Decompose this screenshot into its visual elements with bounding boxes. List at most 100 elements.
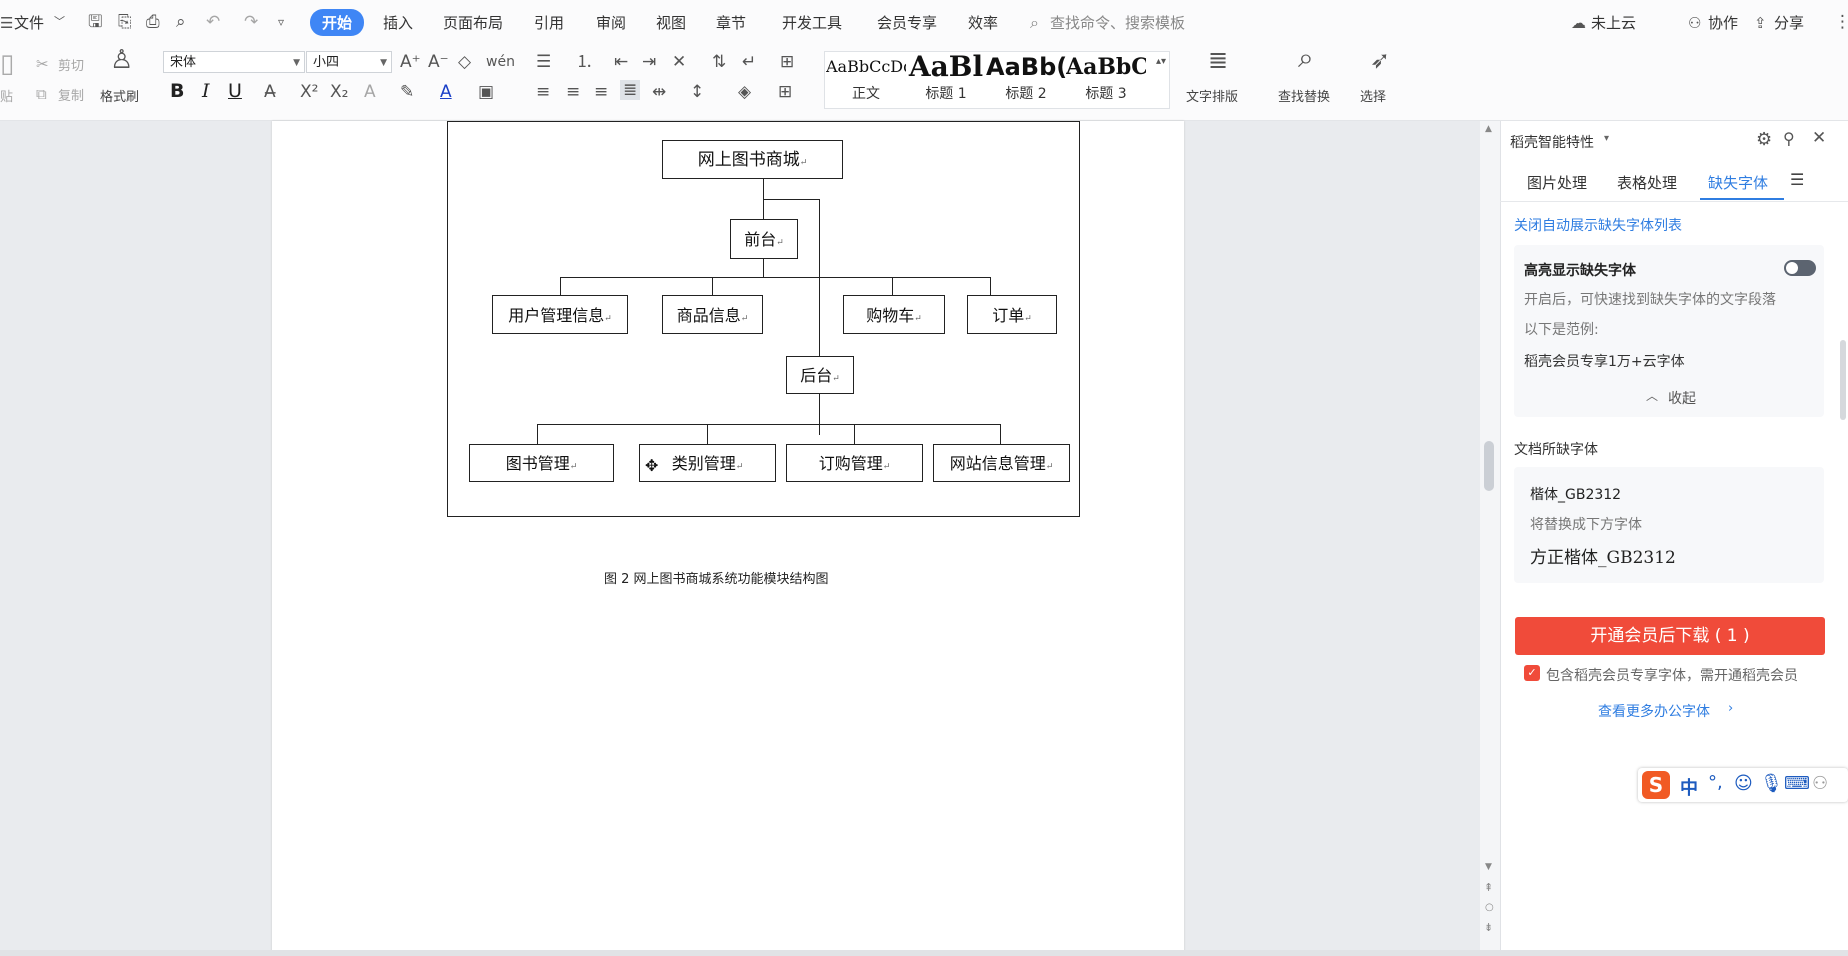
text-layout-button[interactable]: 文字排版 — [1186, 86, 1238, 105]
node-back-child[interactable]: 图书管理↵ — [469, 444, 614, 482]
tab-developer[interactable]: 开发工具 — [782, 12, 842, 33]
chinese-layout-icon[interactable]: ✕ — [672, 52, 686, 72]
more-fonts-link[interactable]: 查看更多办公字体 — [1598, 701, 1710, 721]
find-replace-icon[interactable]: ⌕ — [1298, 44, 1314, 72]
tab-image-processing[interactable]: 图片处理 — [1527, 172, 1587, 193]
collaborate-button[interactable]: 协作 — [1708, 12, 1738, 33]
cloud-status[interactable]: 未上云 — [1591, 12, 1636, 33]
tab-table-processing[interactable]: 表格处理 — [1617, 172, 1677, 193]
shrink-font-icon[interactable]: A⁻ — [428, 52, 449, 72]
print-icon[interactable]: ⎙ — [146, 12, 160, 32]
cursor-arrow-icon[interactable]: ➶ — [1370, 48, 1390, 72]
tab-review[interactable]: 审阅 — [596, 12, 626, 33]
node-back[interactable]: 后台↵ — [786, 356, 854, 394]
style-gallery-scroll-icon[interactable]: ▴▾ — [1156, 52, 1166, 72]
user-icon[interactable]: ⚇ — [1812, 773, 1828, 794]
cut-button[interactable]: 剪切 — [58, 55, 84, 74]
paste-icon[interactable]: ▯ — [0, 51, 14, 77]
close-icon[interactable]: ✕ — [1812, 128, 1826, 148]
clear-format-icon[interactable]: ◇ — [458, 52, 471, 72]
node-front-child[interactable]: 用户管理信息↵ — [492, 295, 628, 334]
gear-icon[interactable]: ⚙ — [1756, 129, 1772, 150]
share-button[interactable]: 分享 — [1774, 12, 1804, 33]
chevron-up-icon[interactable]: ︿ — [1646, 387, 1658, 404]
customize-quick-access-icon[interactable]: ▿ — [278, 12, 284, 32]
tab-ruler-icon[interactable]: ⊞ — [780, 52, 794, 72]
bullet-list-icon[interactable]: ☰ — [536, 52, 551, 72]
copy-icon[interactable]: ⧉ — [36, 84, 47, 104]
style-normal[interactable]: AaBbCcDd 正文 — [826, 51, 906, 105]
tab-chapter[interactable]: 章节 — [716, 12, 746, 33]
line-spacing-icon[interactable]: ↕ — [690, 82, 704, 102]
undo-icon[interactable]: ↶ — [206, 12, 220, 32]
align-center-icon[interactable]: ≡ — [566, 82, 580, 102]
phonetic-guide-icon[interactable]: wén — [486, 52, 515, 72]
tab-missing-fonts[interactable]: 缺失字体 — [1708, 172, 1768, 193]
distributed-icon[interactable]: ⇹ — [652, 82, 666, 102]
style-heading-2[interactable]: AaBb( 标题 2 — [986, 51, 1066, 105]
chevron-right-icon[interactable]: › — [1728, 701, 1733, 716]
select-button[interactable]: 选择 — [1360, 86, 1386, 105]
punctuation-icon[interactable]: °, — [1708, 772, 1723, 793]
tab-home[interactable]: 开始 — [310, 9, 365, 36]
file-menu[interactable]: 文件 — [14, 12, 44, 33]
font-color-icon[interactable]: A — [440, 82, 452, 102]
node-front-child[interactable]: 订单↵ — [967, 295, 1057, 334]
tab-references[interactable]: 引用 — [534, 12, 564, 33]
pin-icon[interactable]: ⚲ — [1783, 129, 1795, 148]
scissors-icon[interactable]: ✂ — [36, 54, 49, 74]
node-back-child[interactable]: 类别管理↵ — [639, 444, 776, 482]
more-icon[interactable]: ⋮ — [1834, 12, 1848, 32]
font-size-select[interactable]: 小四 ▼ — [306, 51, 392, 73]
align-right-icon[interactable]: ≡ — [594, 82, 608, 102]
text-layout-icon[interactable]: ≣ — [1208, 48, 1228, 72]
strikethrough-icon[interactable]: A̶ — [264, 82, 276, 102]
sogou-logo-icon[interactable]: S — [1642, 771, 1670, 799]
underline-button[interactable]: U — [228, 80, 242, 102]
node-front-child[interactable]: 商品信息↵ — [662, 295, 763, 334]
tab-page-layout[interactable]: 页面布局 — [443, 12, 503, 33]
tab-efficiency[interactable]: 效率 — [968, 12, 998, 33]
prev-page-icon[interactable]: ⇞ — [1484, 881, 1493, 894]
superscript-icon[interactable]: X² — [300, 82, 318, 102]
keyboard-icon[interactable]: ⌨ — [1784, 773, 1810, 794]
borders-icon[interactable]: ⊞ — [778, 82, 792, 102]
node-back-child[interactable]: 订购管理↵ — [786, 444, 923, 482]
scroll-up-icon[interactable]: ▲ — [1485, 124, 1492, 134]
hamburger-icon[interactable]: ☰ — [0, 13, 13, 33]
scroll-down-icon[interactable]: ▼ — [1485, 862, 1492, 872]
collapse-button[interactable]: 收起 — [1668, 388, 1696, 408]
document-page[interactable]: 网上图书商城↵ 前台↵ 用户管理信息↵ 商品信息↵ 购物车↵ 订单↵ 后台↵ 图… — [272, 121, 1184, 951]
find-replace-button[interactable]: 查找替换 — [1278, 86, 1330, 105]
bold-button[interactable]: B — [170, 80, 184, 102]
tab-insert[interactable]: 插入 — [383, 12, 413, 33]
emoji-icon[interactable]: ☺ — [1734, 773, 1753, 794]
highlight-toggle[interactable] — [1784, 260, 1816, 276]
export-pdf-icon[interactable]: ⎘ — [118, 12, 132, 32]
ime-mode-toggle[interactable]: 中 — [1680, 774, 1698, 800]
save-icon[interactable]: 🖫 — [88, 12, 102, 32]
highlight-icon[interactable]: ✎ — [400, 82, 414, 102]
style-heading-1[interactable]: AaBl 标题 1 — [906, 51, 986, 105]
tab-member[interactable]: 会员专享 — [877, 12, 937, 33]
chevron-down-icon[interactable]: ▾ — [1604, 133, 1609, 144]
microphone-icon[interactable]: 🎙 — [1760, 773, 1783, 794]
panel-title[interactable]: 稻壳智能特性 — [1510, 132, 1594, 152]
close-auto-display-link[interactable]: 关闭自动展示缺失字体列表 — [1514, 215, 1682, 235]
select-browse-icon[interactable]: ○ — [1485, 902, 1494, 913]
node-root[interactable]: 网上图书商城↵ — [662, 140, 843, 179]
panel-scrollbar-thumb[interactable] — [1840, 340, 1846, 420]
print-preview-icon[interactable]: ⌕ — [176, 12, 186, 32]
paste-label[interactable]: 贴 — [0, 86, 13, 105]
sort-icon[interactable]: ⇅ — [712, 52, 726, 72]
scrollbar-thumb[interactable] — [1484, 441, 1494, 491]
chevron-down-icon[interactable]: ﹀ — [54, 12, 65, 32]
italic-button[interactable]: I — [202, 80, 210, 102]
decrease-indent-icon[interactable]: ⇤ — [614, 52, 628, 72]
format-painter-icon[interactable]: ♙ — [110, 47, 133, 73]
command-search-input[interactable]: 查找命令、搜索模板 — [1050, 12, 1185, 33]
node-front-child[interactable]: 购物车↵ — [843, 295, 945, 334]
redo-icon[interactable]: ↷ — [244, 12, 258, 32]
text-effect-icon[interactable]: A — [364, 82, 376, 102]
node-front[interactable]: 前台↵ — [730, 219, 798, 259]
